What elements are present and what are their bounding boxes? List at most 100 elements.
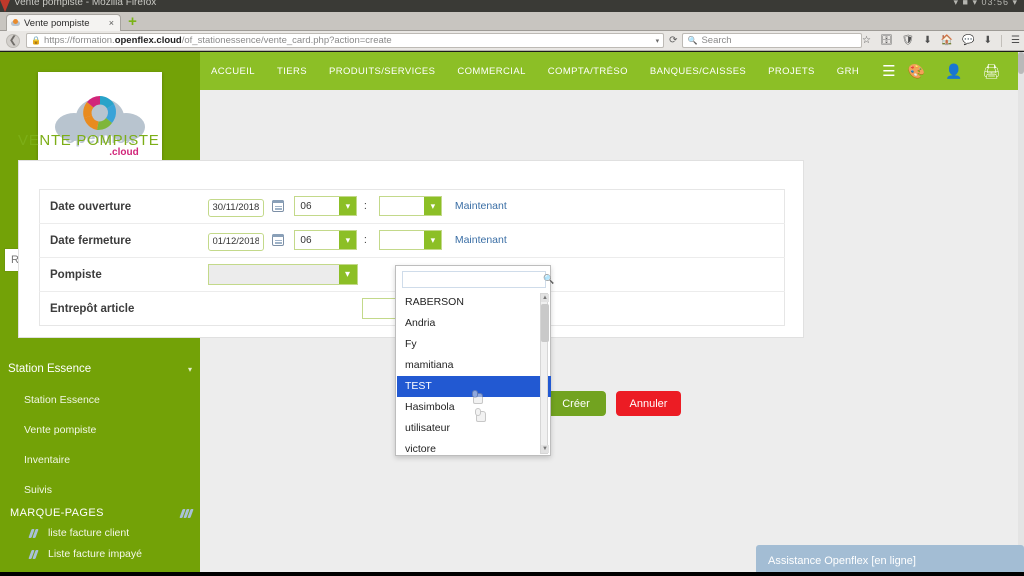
date-ouverture-minute-select[interactable]: ▾ <box>379 196 443 217</box>
date-fermeture-maintenant-link[interactable]: Maintenant <box>455 234 507 246</box>
pompiste-dropdown-panel: 🔍 RABERSON Andria Fy mamitiana TEST Hasi… <box>395 265 554 456</box>
nav-item-compta-treso[interactable]: COMPTA/TRÉSO <box>537 66 639 77</box>
close-tab-icon[interactable]: × <box>107 18 116 28</box>
hamburger-menu-icon[interactable]: ☰ <box>870 64 907 79</box>
sidebar-item-station-essence[interactable]: Station Essence <box>24 394 100 406</box>
sidebar-item-vente-pompiste[interactable]: Vente pompiste <box>24 424 96 436</box>
sidebar-group-label: Station Essence <box>8 363 92 375</box>
field-label-entrepot-article: Entrepôt article <box>50 302 135 315</box>
browser-toolbar-icons: ☆ 🗄 🛡 ⬇ 🏠 💬 ⬇ ☰ <box>862 34 1020 47</box>
dropdown-option-andria[interactable]: Andria <box>397 313 551 334</box>
search-icon: 🔍 <box>543 274 555 284</box>
bookmark-icon <box>28 549 41 559</box>
page-scrollbar[interactable] <box>1018 52 1024 576</box>
top-navigation-bar: ACCUEIL TIERS PRODUITS/SERVICES COMMERCI… <box>200 52 1024 90</box>
date-fermeture-hour-select[interactable]: 06 ▾ <box>294 230 358 251</box>
lock-icon: 🔒 <box>30 36 41 45</box>
url-dropdown-icon[interactable]: ▾ <box>652 37 660 45</box>
table-row: Date ouverture 06 ▾ : ▾ Mainte <box>39 189 785 224</box>
field-label-date-fermeture: Date fermeture <box>39 223 198 258</box>
sidebar-item-inventaire[interactable]: Inventaire <box>24 454 70 466</box>
sync-icon[interactable]: 💬 <box>962 35 974 46</box>
os-system-tray: ▾ ■ ▾ 03:56 ▾ <box>953 0 1018 7</box>
bookmark-label: liste facture client <box>48 527 130 539</box>
top-nav-actions: 🎨 👤 🖨 ⏻ <box>908 64 1024 78</box>
save-icon[interactable]: ⬇ <box>984 35 992 46</box>
openflex-logo-icon: openflex .cloud <box>55 95 145 158</box>
chevron-down-icon[interactable]: ▾ <box>424 231 442 250</box>
nav-item-produits-services[interactable]: PRODUITS/SERVICES <box>318 66 446 77</box>
dropdown-option-test[interactable]: TEST <box>397 376 551 397</box>
date-ouverture-hour-select[interactable]: 06 ▾ <box>294 196 358 217</box>
paint-brush-icon[interactable]: 🎨 <box>908 64 925 78</box>
calendar-icon[interactable] <box>271 234 284 247</box>
calendar-icon[interactable] <box>271 200 284 213</box>
field-label-pompiste: Pompiste <box>39 257 198 292</box>
field-value-date-ouverture: 06 ▾ : ▾ Maintenant <box>197 189 785 224</box>
hour-value: 06 <box>300 234 312 246</box>
os-title-bar: Vente pompiste - Mozilla Firefox ▾ ■ ▾ 0… <box>0 0 1024 12</box>
firefox-logo-icon <box>0 0 10 12</box>
bookmark-icon <box>179 508 194 518</box>
tab-favicon-icon <box>11 18 20 28</box>
nav-item-commercial[interactable]: COMMERCIAL <box>446 66 536 77</box>
field-value-date-fermeture: 06 ▾ : ▾ Maintenant <box>197 223 785 258</box>
scrollbar-thumb[interactable] <box>1018 52 1024 74</box>
browser-tab[interactable]: Vente pompiste × <box>6 14 121 31</box>
home-icon[interactable]: 🏠 <box>941 35 953 46</box>
pompiste-select[interactable]: ▾ <box>207 264 358 285</box>
tab-title: Vente pompiste <box>24 17 90 29</box>
chevron-down-icon: ▾ <box>187 364 192 374</box>
bookmark-item-liste-facture-impaye[interactable]: Liste facture impayé <box>28 548 142 560</box>
downloads-icon[interactable]: ⬇ <box>923 35 931 46</box>
pocket-icon[interactable]: 🛡 <box>902 35 915 46</box>
nav-item-tiers[interactable]: TIERS <box>266 66 318 77</box>
nav-item-projets[interactable]: PROJETS <box>757 66 826 77</box>
dropdown-option-utilisateur[interactable]: utilisateur <box>397 418 551 439</box>
dropdown-search-input[interactable] <box>403 272 543 287</box>
create-button[interactable]: Créer <box>546 391 606 416</box>
dropdown-option-raberson[interactable]: RABERSON <box>397 292 551 313</box>
nav-item-grh[interactable]: GRH <box>826 66 870 77</box>
date-ouverture-input[interactable] <box>207 198 264 217</box>
back-button[interactable]: ❮ <box>6 33 20 48</box>
chevron-down-icon[interactable]: ▾ <box>339 197 357 216</box>
dropdown-search[interactable]: 🔍 <box>402 271 554 288</box>
scroll-down-icon[interactable]: ▼ <box>541 445 549 453</box>
os-window-title: Vente pompiste - Mozilla Firefox <box>14 0 157 8</box>
bookmark-item-liste-facture-client[interactable]: liste facture client <box>28 527 130 539</box>
sidebar-group-station-essence[interactable]: Station Essence ▾ <box>8 363 192 375</box>
chevron-down-icon[interactable]: ▾ <box>339 231 357 250</box>
scroll-up-icon[interactable]: ▲ <box>541 294 549 302</box>
bookmark-star-icon[interactable]: ☆ <box>862 35 871 46</box>
hour-value: 06 <box>300 200 312 212</box>
browser-search-placeholder: Search <box>701 35 732 46</box>
url-text: https://formation.openflex.cloud/of_stat… <box>43 35 392 46</box>
dropdown-option-hasimbola[interactable]: Hasimbola <box>397 397 551 418</box>
browser-search-input[interactable]: 🔍 Search <box>682 33 862 48</box>
scrollbar-thumb[interactable] <box>541 304 549 342</box>
dropdown-option-victore[interactable]: victore <box>397 439 551 455</box>
dropdown-option-list: RABERSON Andria Fy mamitiana TEST Hasimb… <box>397 292 551 455</box>
bookmarks-heading-label: MARQUE-PAGES <box>10 507 104 519</box>
chevron-down-icon[interactable]: ▾ <box>338 265 357 284</box>
dropdown-option-mamitiana[interactable]: mamitiana <box>397 355 551 376</box>
cancel-button[interactable]: Annuler <box>616 391 681 416</box>
nav-item-accueil[interactable]: ACCUEIL <box>200 66 266 77</box>
menu-icon[interactable]: ☰ <box>1011 35 1020 46</box>
date-ouverture-maintenant-link[interactable]: Maintenant <box>455 200 507 212</box>
sidebar-item-suivis[interactable]: Suivis <box>24 484 52 496</box>
reload-icon[interactable]: ⟳ <box>669 35 677 46</box>
date-fermeture-minute-select[interactable]: ▾ <box>379 230 443 251</box>
printer-icon[interactable]: 🖨 <box>982 64 1000 78</box>
dropdown-option-fy[interactable]: Fy <box>397 334 551 355</box>
reader-icon[interactable]: 🗄 <box>880 35 893 46</box>
dropdown-scrollbar[interactable]: ▲ ▼ <box>540 293 549 454</box>
chevron-down-icon[interactable]: ▾ <box>424 197 442 216</box>
user-icon[interactable]: 👤 <box>945 64 962 78</box>
nav-item-banques-caisses[interactable]: BANQUES/CAISSES <box>639 66 757 77</box>
new-tab-button[interactable]: + <box>126 14 139 29</box>
toolbar-divider <box>1001 34 1003 47</box>
url-bar[interactable]: 🔒 https://formation.openflex.cloud/of_st… <box>25 33 665 48</box>
date-fermeture-input[interactable] <box>207 232 264 251</box>
